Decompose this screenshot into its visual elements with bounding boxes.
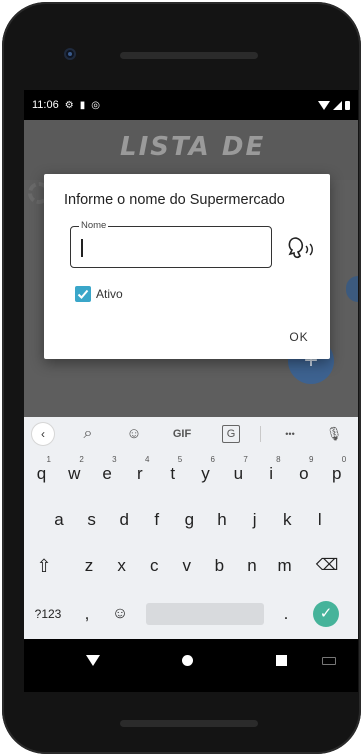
active-checkbox[interactable] bbox=[75, 286, 91, 302]
key-t[interactable]: t5 bbox=[157, 455, 188, 489]
key-p[interactable]: p0 bbox=[321, 455, 352, 489]
navigation-bar bbox=[24, 639, 358, 692]
keyboard-toolbar: ‹ ⌕ ☺ GIF G ••• 🎙 bbox=[24, 417, 358, 451]
keyboard-back-icon[interactable]: ‹ bbox=[32, 423, 54, 445]
screen: 11:06 ⚙ ▮ ◎ LISTA DE + Informe o nome do… bbox=[24, 90, 358, 692]
key-number-hint: 7 bbox=[243, 455, 248, 464]
name-field[interactable]: Nome bbox=[70, 220, 272, 268]
key-number-hint: 4 bbox=[144, 455, 150, 464]
ok-button[interactable]: OK bbox=[282, 327, 316, 347]
signal-icon bbox=[333, 100, 342, 110]
key-number-hint: 8 bbox=[276, 455, 281, 464]
key-r[interactable]: r4 bbox=[124, 455, 155, 489]
wifi-icon bbox=[318, 100, 330, 110]
active-checkbox-label: Ativo bbox=[96, 287, 123, 301]
key-o[interactable]: o9 bbox=[288, 455, 319, 489]
toolbar-divider bbox=[260, 426, 261, 442]
front-camera bbox=[64, 48, 76, 60]
key-w[interactable]: w2 bbox=[59, 455, 90, 489]
sticker-icon[interactable]: ☺ bbox=[124, 425, 144, 443]
period-key[interactable]: . bbox=[276, 599, 296, 629]
app-title: LISTA DE bbox=[120, 132, 266, 162]
key-a[interactable]: a bbox=[44, 505, 74, 535]
nav-home-icon[interactable] bbox=[182, 655, 193, 666]
key-j[interactable]: j bbox=[240, 505, 270, 535]
key-n[interactable]: n bbox=[237, 551, 267, 581]
soft-keyboard: ‹ ⌕ ☺ GIF G ••• 🎙 q1w2e3r4t5y6u7i8o9p0 a… bbox=[24, 417, 358, 639]
keyboard-switch-icon[interactable] bbox=[322, 657, 336, 665]
key-number-hint: 9 bbox=[308, 455, 314, 464]
key-b[interactable]: b bbox=[204, 551, 234, 581]
key-m[interactable]: m bbox=[270, 551, 300, 581]
key-number-hint: 0 bbox=[341, 455, 347, 464]
key-f[interactable]: f bbox=[142, 505, 172, 535]
supermarket-dialog: Informe o nome do Supermercado Nome Ativ… bbox=[44, 174, 330, 359]
key-y[interactable]: y6 bbox=[190, 455, 221, 489]
sync-icon: ◎ bbox=[91, 99, 100, 111]
comma-key[interactable]: , bbox=[76, 599, 98, 629]
key-u[interactable]: u7 bbox=[223, 455, 254, 489]
key-k[interactable]: k bbox=[272, 505, 302, 535]
voice-input-icon[interactable] bbox=[284, 234, 318, 264]
check-icon bbox=[77, 289, 89, 299]
bottom-speaker bbox=[120, 720, 258, 727]
dialog-title: Informe o nome do Supermercado bbox=[64, 192, 285, 208]
phone-frame: 11:06 ⚙ ▮ ◎ LISTA DE + Informe o nome do… bbox=[2, 2, 361, 754]
key-e[interactable]: e3 bbox=[92, 455, 123, 489]
key-s[interactable]: s bbox=[77, 505, 107, 535]
key-c[interactable]: c bbox=[139, 551, 169, 581]
key-g[interactable]: g bbox=[174, 505, 204, 535]
name-field-label: Nome bbox=[79, 220, 109, 231]
settings-gear-icon: ⚙ bbox=[64, 99, 74, 111]
backspace-key[interactable]: ⌫ bbox=[312, 551, 342, 581]
key-v[interactable]: v bbox=[172, 551, 202, 581]
key-number-hint: 1 bbox=[46, 455, 51, 464]
key-q[interactable]: q1 bbox=[26, 455, 57, 489]
key-z[interactable]: z bbox=[74, 551, 104, 581]
status-right-icons bbox=[318, 100, 350, 110]
mic-icon[interactable]: 🎙 bbox=[324, 425, 344, 443]
more-icon[interactable]: ••• bbox=[278, 425, 302, 443]
nav-recents-icon[interactable] bbox=[276, 655, 287, 666]
gif-button[interactable]: GIF bbox=[168, 425, 196, 443]
key-x[interactable]: x bbox=[107, 551, 137, 581]
status-time: 11:06 bbox=[32, 99, 59, 111]
key-l[interactable]: l bbox=[305, 505, 335, 535]
shift-key[interactable]: ⇧ bbox=[30, 551, 58, 581]
key-number-hint: 2 bbox=[79, 455, 84, 464]
translate-icon[interactable]: G bbox=[222, 425, 240, 443]
key-number-hint: 3 bbox=[112, 455, 117, 464]
symbols-key[interactable]: ?123 bbox=[28, 599, 68, 629]
app-header: LISTA DE bbox=[24, 120, 358, 180]
sd-card-icon: ▮ bbox=[79, 99, 86, 111]
name-input[interactable] bbox=[81, 239, 261, 257]
key-number-hint: 5 bbox=[177, 455, 183, 464]
key-d[interactable]: d bbox=[109, 505, 139, 535]
nav-back-icon[interactable] bbox=[86, 655, 100, 666]
space-key[interactable] bbox=[146, 603, 264, 625]
emoji-key[interactable]: ☺ bbox=[108, 599, 132, 629]
text-cursor bbox=[81, 239, 83, 257]
search-icon[interactable]: ⌕ bbox=[78, 425, 98, 443]
battery-icon bbox=[345, 100, 350, 110]
status-bar: 11:06 ⚙ ▮ ◎ bbox=[24, 90, 358, 120]
earpiece-speaker bbox=[120, 52, 258, 59]
key-i[interactable]: i8 bbox=[256, 455, 287, 489]
key-h[interactable]: h bbox=[207, 505, 237, 535]
key-number-hint: 6 bbox=[210, 455, 215, 464]
enter-key[interactable]: ✓ bbox=[313, 601, 339, 627]
